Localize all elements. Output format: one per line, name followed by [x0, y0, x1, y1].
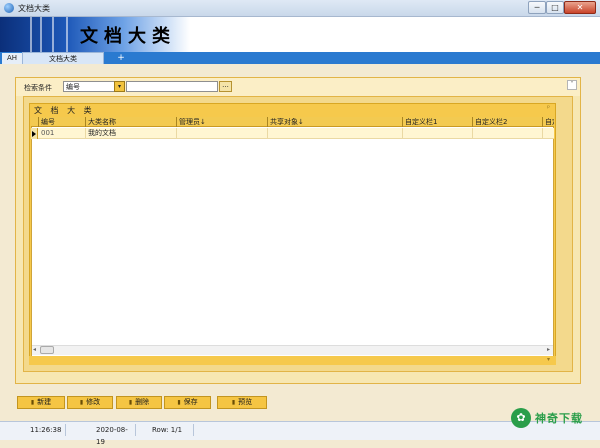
grid-title: 文 档 大 类	[34, 106, 95, 115]
save-button[interactable]: ▮ 保存	[164, 396, 211, 409]
maximize-button[interactable]: □	[546, 1, 564, 14]
tab-document-category[interactable]: 文档大类	[22, 52, 104, 64]
add-tab-button[interactable]: +	[114, 52, 128, 64]
watermark-logo-icon: ✿	[511, 408, 531, 428]
current-row-arrow-icon	[32, 131, 36, 137]
delete-button[interactable]: ▮ 删除	[116, 396, 162, 409]
search-input[interactable]	[126, 81, 218, 92]
column-header-share[interactable]: 共享对象↓	[267, 117, 402, 127]
collapse-icon[interactable]: ˅	[567, 80, 577, 90]
status-time: 11:26:38	[26, 424, 66, 436]
banner-stripe	[40, 17, 42, 52]
banner: 文档大类	[0, 17, 600, 52]
status-row-count: Row: 1/1	[148, 424, 194, 436]
cell-divider	[542, 128, 543, 139]
cell-name[interactable]: 我的文档	[86, 128, 176, 139]
close-button[interactable]: ✕	[564, 1, 596, 14]
save-icon: ▮	[177, 399, 181, 406]
watermark-text: 神奇下载	[535, 412, 583, 425]
cell-code[interactable]: 001	[39, 128, 85, 139]
cell-custom1[interactable]	[403, 128, 472, 139]
column-header-custom2[interactable]: 自定义栏2	[472, 117, 542, 127]
expand-icon[interactable]: ▾	[547, 356, 550, 363]
scroll-right-icon[interactable]: ▸	[547, 346, 550, 353]
new-button[interactable]: ▮ 新建	[17, 396, 65, 409]
scroll-left-icon[interactable]: ◂	[33, 346, 36, 353]
data-grid	[31, 117, 554, 358]
window-title: 文档大类	[18, 4, 50, 13]
edit-button[interactable]: ▮ 修改	[67, 396, 113, 409]
column-header-code[interactable]: 编号	[38, 117, 85, 127]
chevron-down-icon[interactable]: ▾	[114, 81, 125, 92]
banner-stripe	[66, 17, 68, 52]
edit-button-label: 修改	[86, 398, 101, 406]
cell-admin[interactable]	[177, 128, 267, 139]
status-date: 2020-08-19	[92, 424, 136, 446]
preview-button-label: 预览	[238, 398, 253, 406]
cell-custom2[interactable]	[473, 128, 542, 139]
status-bar	[0, 421, 600, 440]
horizontal-scrollbar[interactable]	[32, 345, 553, 355]
column-header-name[interactable]: 大类名称	[85, 117, 176, 127]
banner-title: 文档大类	[80, 26, 176, 47]
preview-button[interactable]: ▮ 预览	[217, 396, 267, 409]
preview-icon: ▮	[231, 399, 236, 406]
delete-button-label: 删除	[135, 398, 150, 406]
save-button-label: 保存	[183, 398, 198, 406]
search-browse-button[interactable]: ...	[219, 81, 232, 92]
column-header-admin[interactable]: 管理员↓	[176, 117, 267, 127]
minimize-button[interactable]: ─	[528, 1, 546, 14]
delete-icon: ▮	[128, 399, 133, 406]
new-button-label: 新建	[37, 398, 52, 406]
pin-icon[interactable]: ᵖ	[547, 104, 550, 112]
column-header-custom3[interactable]: 自定	[542, 117, 554, 127]
grid-footer	[29, 356, 556, 365]
scrollbar-thumb[interactable]	[40, 346, 54, 354]
cell-share[interactable]	[268, 128, 402, 139]
edit-icon: ▮	[79, 399, 84, 406]
tab-ah[interactable]: AH	[2, 53, 22, 64]
new-icon: ▮	[30, 399, 35, 406]
banner-stripe	[52, 17, 54, 52]
column-header-custom1[interactable]: 自定义栏1	[402, 117, 472, 127]
window-titlebar	[0, 0, 600, 17]
app-icon	[4, 3, 14, 13]
banner-stripe	[30, 17, 32, 52]
search-label: 检索条件	[24, 84, 52, 92]
